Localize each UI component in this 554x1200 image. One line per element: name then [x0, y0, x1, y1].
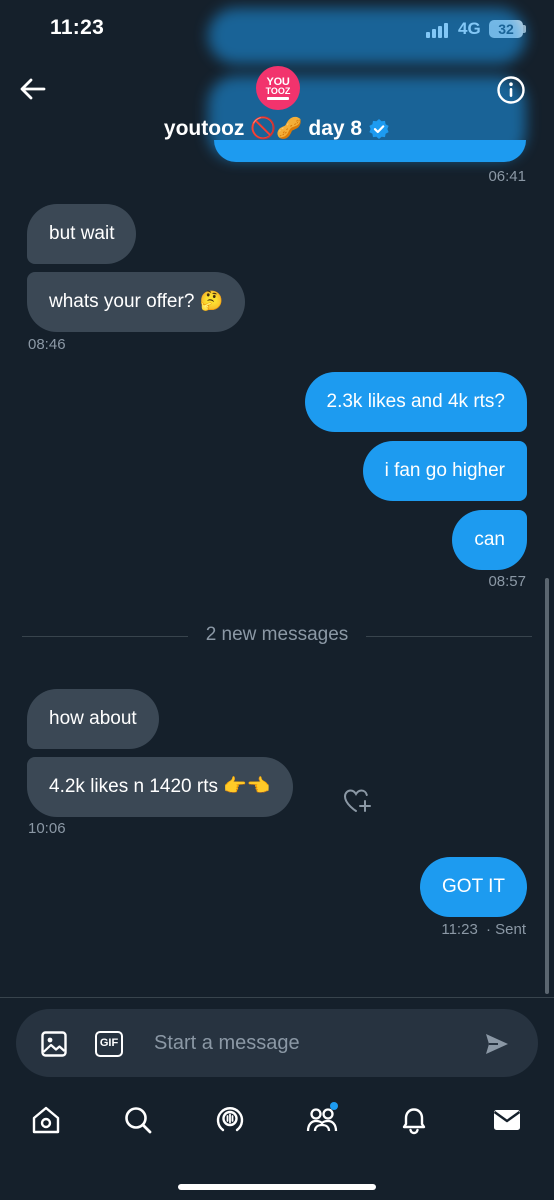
notifications-icon[interactable] [398, 1104, 430, 1136]
sent-status: · Sent [485, 921, 526, 938]
notification-dot [330, 1102, 338, 1110]
send-icon[interactable] [484, 1031, 510, 1057]
home-icon[interactable] [30, 1104, 62, 1136]
sent-message[interactable]: 2.3k likes and 4k rts? [304, 372, 527, 432]
received-message[interactable]: how about [27, 689, 159, 749]
search-icon[interactable] [122, 1104, 154, 1136]
home-indicator[interactable] [178, 1184, 376, 1190]
received-message[interactable]: 4.2k likes n 1420 rts 👉👈 [27, 757, 293, 817]
info-icon[interactable] [495, 74, 527, 106]
message-input[interactable] [146, 1022, 456, 1064]
message-status: 11:23 · Sent [441, 921, 526, 938]
sent-message[interactable]: GOT IT [420, 857, 527, 917]
image-icon[interactable] [40, 1030, 68, 1058]
message-timestamp: 08:57 [488, 573, 526, 590]
back-arrow-icon[interactable] [16, 72, 50, 106]
message-timestamp: 10:06 [28, 820, 66, 837]
message-timestamp: 08:46 [28, 336, 66, 353]
gif-icon[interactable]: GIF [95, 1031, 123, 1057]
message-timestamp: 06:41 [488, 168, 526, 185]
messages-icon[interactable] [491, 1104, 523, 1136]
conversation-title[interactable]: youtooz 🚫🥜 day 8 [0, 117, 554, 141]
received-message[interactable]: but wait [27, 204, 137, 264]
add-reaction-icon[interactable] [342, 787, 372, 815]
avatar[interactable]: YOU TOOZ [256, 66, 300, 110]
sent-message[interactable]: i fan go higher [362, 441, 527, 501]
status-time: 11:23 [50, 16, 105, 39]
blurred-message-1 [208, 8, 526, 64]
display-name: youtooz 🚫🥜 day 8 [163, 117, 363, 140]
scrollbar[interactable] [545, 578, 549, 994]
received-message[interactable]: whats your offer? 🤔 [27, 272, 246, 332]
spaces-icon[interactable] [214, 1104, 246, 1136]
message-bubble-partial [214, 140, 526, 162]
message-timestamp: 11:23 [441, 921, 478, 938]
sent-message[interactable]: can [452, 510, 527, 570]
verified-badge-icon [369, 119, 389, 139]
composer-separator [0, 997, 554, 998]
new-messages-divider: 2 new messages [205, 624, 349, 645]
